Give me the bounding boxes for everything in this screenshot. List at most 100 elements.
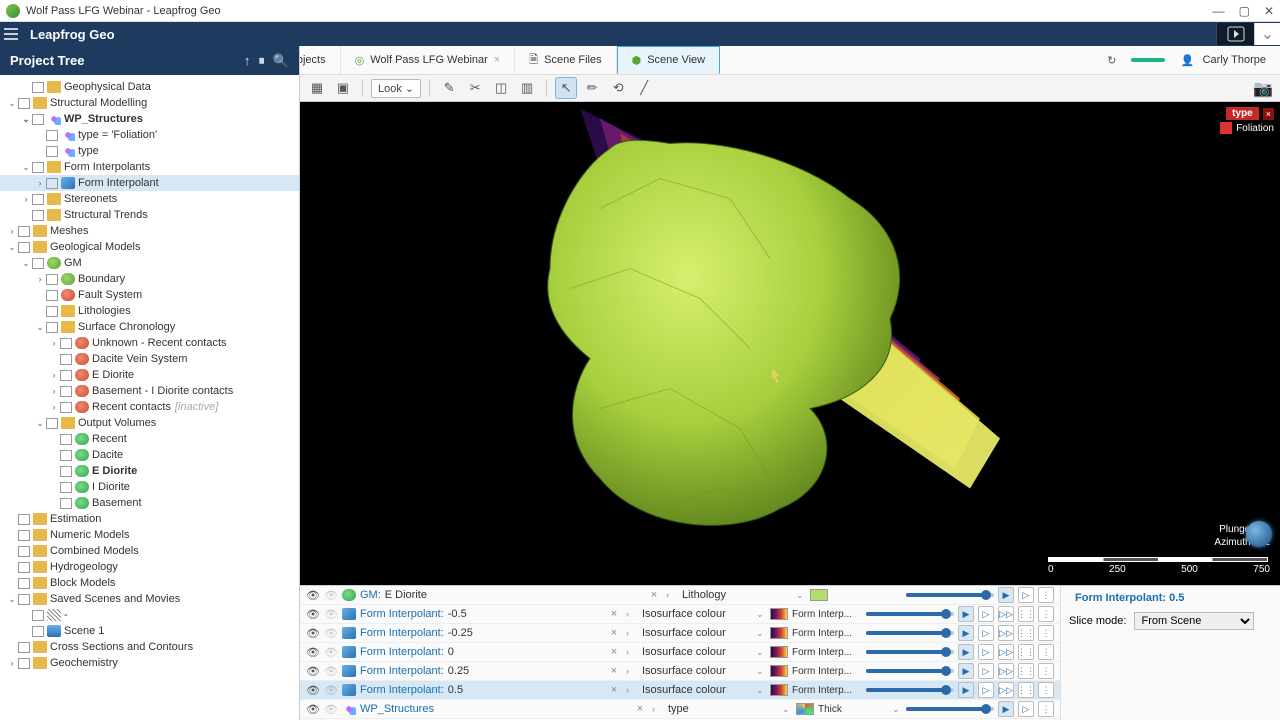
shape-row[interactable]: 👁👁Form Interpolant: 0.5×›Isosurface colo… bbox=[300, 681, 1060, 700]
visibility-toggle[interactable]: 👁 bbox=[306, 646, 320, 659]
tree-item[interactable]: ⌄Structural Modelling bbox=[0, 95, 299, 111]
slice-mode-select[interactable]: From Scene bbox=[1134, 612, 1254, 630]
remove-shape-button[interactable]: × bbox=[606, 665, 622, 677]
tree-checkbox[interactable] bbox=[18, 226, 30, 237]
tree-item[interactable]: ›Basement - I Diorite contacts bbox=[0, 383, 299, 399]
menu-button[interactable]: ⋮ bbox=[1038, 682, 1054, 698]
shape-list[interactable]: 👁👁GM: E Diorite×›Lithology⌄▶▷⋮👁👁Form Int… bbox=[300, 586, 1060, 720]
tree-checkbox[interactable] bbox=[60, 370, 72, 381]
chevron-down-icon[interactable]: ⌄ bbox=[756, 666, 766, 677]
tree-item[interactable]: ›Stereonets bbox=[0, 191, 299, 207]
opacity-slider[interactable] bbox=[866, 612, 954, 616]
tree-checkbox[interactable] bbox=[60, 482, 72, 493]
tool-plane[interactable]: ✂ bbox=[464, 77, 486, 99]
chevron-down-icon[interactable]: ⌄ bbox=[756, 609, 766, 620]
view-bounds-button[interactable]: ▣ bbox=[332, 77, 354, 99]
compass-ball-icon[interactable] bbox=[1246, 521, 1272, 547]
chevron-right-icon[interactable]: › bbox=[48, 386, 60, 396]
chevron-down-icon[interactable]: ⌄ bbox=[892, 704, 902, 715]
header-dropdown[interactable]: ⌄ bbox=[1254, 23, 1280, 45]
color-mode[interactable]: Isosurface colour bbox=[642, 646, 752, 658]
color-ramp[interactable] bbox=[770, 627, 788, 639]
color-mode[interactable]: Isosurface colour bbox=[642, 665, 752, 677]
legend-text[interactable]: Form Interp... bbox=[792, 685, 862, 696]
legend-text[interactable]: Thick bbox=[818, 704, 888, 715]
chevron-right-icon[interactable]: › bbox=[48, 402, 60, 412]
tree-item[interactable]: Block Models bbox=[0, 575, 299, 591]
tool-ruler[interactable]: ▥ bbox=[516, 77, 538, 99]
visibility-toggle[interactable]: 👁 bbox=[306, 608, 320, 621]
chevron-down-icon[interactable]: ⌄ bbox=[34, 322, 46, 333]
chevron-down-icon[interactable]: ⌄ bbox=[756, 685, 766, 696]
processing-indicator[interactable] bbox=[1216, 23, 1254, 45]
tree-checkbox[interactable] bbox=[18, 242, 30, 253]
chevron-down-icon[interactable]: ⌄ bbox=[782, 704, 792, 715]
skip-button[interactable]: ▷▷ bbox=[998, 663, 1014, 679]
play-button[interactable]: ▶ bbox=[998, 701, 1014, 717]
menu-button[interactable]: ⋮ bbox=[1038, 606, 1054, 622]
chevron-right-icon[interactable]: › bbox=[34, 178, 46, 188]
tree-pause-button[interactable]: ⏸ bbox=[258, 53, 265, 69]
visibility-2-toggle[interactable]: 👁 bbox=[324, 646, 338, 659]
remove-shape-button[interactable]: × bbox=[606, 608, 622, 620]
remove-shape-button[interactable]: × bbox=[606, 646, 622, 658]
maximize-button[interactable]: ▢ bbox=[1239, 4, 1250, 18]
shape-name[interactable]: GM: bbox=[360, 589, 381, 601]
play-button[interactable]: ▶ bbox=[958, 682, 974, 698]
options-button[interactable]: ⋮⋮ bbox=[1018, 644, 1034, 660]
tree-item[interactable]: Hydrogeology bbox=[0, 559, 299, 575]
menu-button[interactable]: ⋮ bbox=[1038, 701, 1054, 717]
shape-name[interactable]: Form Interpolant: bbox=[360, 646, 444, 658]
tree-item[interactable]: ›Recent contacts[inactive] bbox=[0, 399, 299, 415]
tree-checkbox[interactable] bbox=[32, 258, 44, 269]
chevron-down-icon[interactable]: ⌄ bbox=[34, 418, 46, 429]
tree-item[interactable]: ⌄Surface Chronology bbox=[0, 319, 299, 335]
tree-item[interactable]: ›Geochemistry bbox=[0, 655, 299, 671]
tree-item[interactable]: ⌄GM bbox=[0, 255, 299, 271]
tree-checkbox[interactable] bbox=[46, 146, 58, 157]
tree-checkbox[interactable] bbox=[46, 322, 58, 333]
crumb-project[interactable]: ◎ Wolf Pass LFG Webinar × bbox=[341, 46, 516, 74]
tree-checkbox[interactable] bbox=[46, 130, 58, 141]
chevron-right-icon[interactable]: › bbox=[626, 609, 638, 619]
visibility-toggle[interactable]: 👁 bbox=[306, 627, 320, 640]
opacity-slider[interactable] bbox=[866, 669, 954, 673]
chevron-right-icon[interactable]: › bbox=[626, 666, 638, 676]
main-menu-button[interactable] bbox=[0, 23, 22, 45]
step-button[interactable]: ▷ bbox=[978, 606, 994, 622]
opacity-slider[interactable] bbox=[866, 631, 954, 635]
tree-item[interactable]: type = 'Foliation' bbox=[0, 127, 299, 143]
step-button[interactable]: ▷ bbox=[1018, 701, 1034, 717]
tree-item[interactable]: Combined Models bbox=[0, 543, 299, 559]
shape-row[interactable]: 👁👁Form Interpolant: 0.25×›Isosurface col… bbox=[300, 662, 1060, 681]
opacity-slider[interactable] bbox=[866, 650, 954, 654]
tree-checkbox[interactable] bbox=[46, 274, 58, 285]
opacity-slider[interactable] bbox=[906, 593, 994, 597]
play-button[interactable]: ▶ bbox=[958, 625, 974, 641]
look-dropdown[interactable]: Look ⌄ bbox=[371, 79, 421, 98]
options-button[interactable]: ⋮⋮ bbox=[1018, 682, 1034, 698]
skip-button[interactable]: ▷▷ bbox=[998, 682, 1014, 698]
chevron-right-icon[interactable]: › bbox=[34, 274, 46, 284]
color-ramp[interactable] bbox=[770, 646, 788, 658]
shape-name[interactable]: Form Interpolant: bbox=[360, 627, 444, 639]
color-ramp[interactable] bbox=[810, 589, 828, 601]
compass[interactable]: Plunge +42 Azimuth 012 bbox=[1214, 523, 1270, 549]
tool-line[interactable]: ╱ bbox=[633, 77, 655, 99]
tree-checkbox[interactable] bbox=[60, 354, 72, 365]
visibility-toggle[interactable]: 👁 bbox=[306, 589, 320, 602]
color-ramp[interactable] bbox=[796, 703, 814, 715]
shape-row[interactable]: 👁👁WP_Structures ×›type⌄Thick⌄▶▷⋮ bbox=[300, 700, 1060, 719]
tree-checkbox[interactable] bbox=[46, 290, 58, 301]
tree-checkbox[interactable] bbox=[18, 530, 30, 541]
tree-item[interactable]: ›Meshes bbox=[0, 223, 299, 239]
user-avatar-icon[interactable]: 👤 bbox=[1181, 54, 1195, 67]
tree-checkbox[interactable] bbox=[32, 626, 44, 637]
tree-item[interactable]: ›E Diorite bbox=[0, 367, 299, 383]
tree-checkbox[interactable] bbox=[60, 498, 72, 509]
visibility-2-toggle[interactable]: 👁 bbox=[324, 703, 338, 716]
tool-rotate[interactable]: ⟲ bbox=[607, 77, 629, 99]
shape-row[interactable]: 👁👁Form Interpolant: -0.25×›Isosurface co… bbox=[300, 624, 1060, 643]
tree-item[interactable]: Scene 1 bbox=[0, 623, 299, 639]
tree-checkbox[interactable] bbox=[18, 562, 30, 573]
